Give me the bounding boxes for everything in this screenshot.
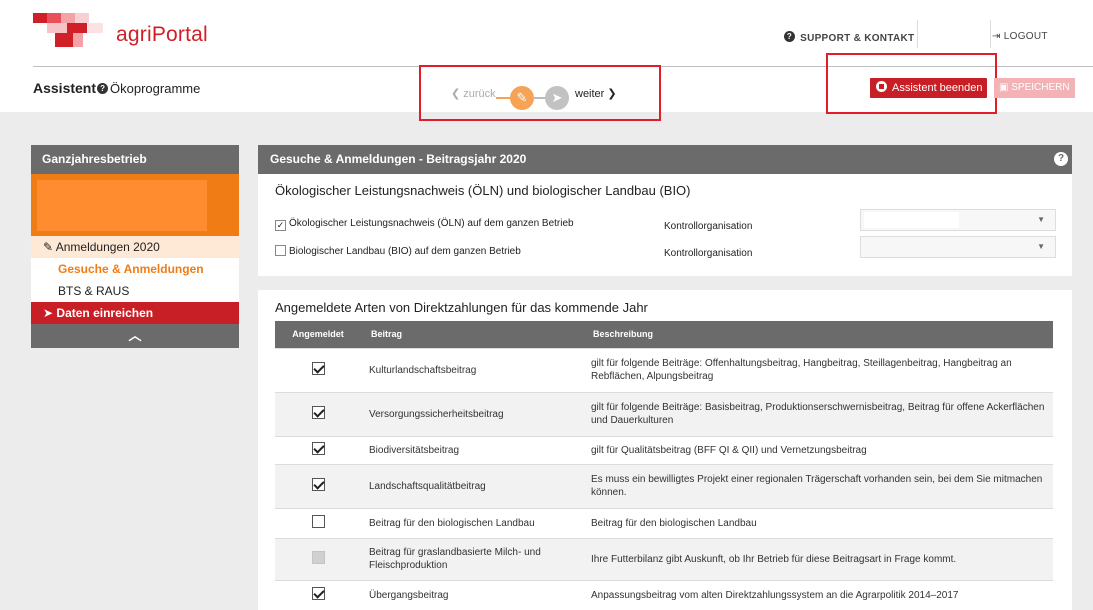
table-row: Beitrag für graslandbasierte Milch- und … xyxy=(275,537,1053,580)
row-checkbox[interactable] xyxy=(311,514,325,528)
divider xyxy=(917,20,918,48)
oeln-panel: Gesuche & Anmeldungen - Beitragsjahr 202… xyxy=(258,145,1072,276)
beitrag-cell: Landschaftsqualitätbeitrag xyxy=(361,463,583,508)
paper-plane-icon[interactable]: ➤ xyxy=(545,86,569,110)
support-link[interactable]: ? SUPPORT & KONTAKT xyxy=(783,31,914,44)
bio-checkbox[interactable] xyxy=(275,245,286,256)
section-title: Angemeldete Arten von Direktzahlungen fü… xyxy=(275,300,648,315)
end-assistant-button[interactable]: Assistent beenden xyxy=(870,78,987,98)
chevron-right-icon: ❯ xyxy=(607,88,617,100)
sidebar-banner xyxy=(31,174,239,236)
control-org-select[interactable]: ▼ xyxy=(860,236,1056,258)
row-checkbox[interactable] xyxy=(311,441,325,455)
control-org-select[interactable]: ▼ xyxy=(860,209,1056,231)
table-row: Beitrag für den biologischen Landbau Beit… xyxy=(275,507,1053,538)
table-cell xyxy=(275,347,361,392)
beitrag-cell: Kulturlandschaftsbeitrag xyxy=(361,347,583,392)
row-checkbox[interactable] xyxy=(311,361,325,375)
table-cell xyxy=(275,463,361,508)
table-row: Biodiversitätsbeitrag gilt für Qualitätsb… xyxy=(275,435,1053,464)
sidebar-title: Ganzjahresbetrieb xyxy=(31,145,239,174)
divider xyxy=(990,20,991,48)
table-row: Kulturlandschaftsbeitrag gilt für folgend… xyxy=(275,347,1053,392)
beschreibung-cell: Es muss ein bewilligtes Projekt einer re… xyxy=(583,463,1053,508)
beschreibung-cell: Anpassungsbeitrag vom alten Direktzahlun… xyxy=(583,579,1053,610)
sidebar-item-bts-raus[interactable]: BTS & RAUS xyxy=(31,280,239,302)
direct-payments-panel: Angemeldete Arten von Direktzahlungen fü… xyxy=(258,290,1072,610)
caret-down-icon: ▼ xyxy=(1037,215,1045,224)
beitrag-cell: Beitrag für den biologischen Landbau xyxy=(361,507,583,538)
payments-table: Angemeldet Beitrag Beschreibung Kulturla… xyxy=(275,321,1053,610)
chevron-left-icon: ❮ xyxy=(451,88,461,100)
row-checkbox[interactable] xyxy=(311,477,325,491)
panel-header: Gesuche & Anmeldungen - Beitragsjahr 202… xyxy=(258,145,1072,174)
sign-out-icon: ⇥ xyxy=(992,31,1001,42)
row-checkbox[interactable] xyxy=(311,405,325,419)
table-cell xyxy=(275,507,361,538)
sidebar-item-submit[interactable]: ➤ Daten einreichen xyxy=(31,302,239,324)
sidebar-item-gesuche[interactable]: Gesuche & Anmeldungen xyxy=(31,258,239,280)
oeln-checkbox[interactable]: ✓ xyxy=(275,220,286,231)
stop-icon xyxy=(876,81,887,92)
logout-link[interactable]: ⇥ LOGOUT xyxy=(992,31,1048,42)
table-row: Versorgungssicherheitsbeitrag gilt für fo… xyxy=(275,391,1053,436)
row-checkbox xyxy=(311,550,325,564)
beitrag-cell: Beitrag für graslandbasierte Milch- und … xyxy=(361,537,583,580)
table-cell xyxy=(275,435,361,464)
beschreibung-cell: gilt für folgende Beiträge: Offenhaltung… xyxy=(583,347,1053,392)
table-row: Übergangsbeitrag Anpassungsbeitrag vom al… xyxy=(275,579,1053,610)
row-checkbox[interactable] xyxy=(311,586,325,600)
column-header: Angemeldet xyxy=(275,321,361,348)
page-title: Assistent? Ökoprogramme xyxy=(33,80,201,96)
table-cell xyxy=(275,579,361,610)
sidebar: Ganzjahresbetrieb ✎ Anmeldungen 2020 Ges… xyxy=(31,145,239,348)
save-icon: ▣ xyxy=(999,82,1009,93)
brand-name: agriPortal xyxy=(116,23,208,46)
table-cell xyxy=(275,391,361,436)
next-button[interactable]: weiter ❯ xyxy=(575,87,617,100)
back-button[interactable]: ❮ zurück xyxy=(451,87,496,100)
table-row: Landschaftsqualitätbeitrag Es muss ein be… xyxy=(275,463,1053,508)
question-icon: ? xyxy=(784,31,795,42)
chevron-up-icon: ︿ xyxy=(128,328,142,343)
paper-plane-icon: ➤ xyxy=(43,306,54,320)
pencil-icon: ✎ xyxy=(43,240,54,254)
pencil-icon[interactable]: ✎ xyxy=(510,86,534,110)
beitrag-cell: Übergangsbeitrag xyxy=(361,579,583,610)
beschreibung-cell: Ihre Futterbilanz gibt Auskunft, ob Ihr … xyxy=(583,537,1053,580)
logo-icon[interactable] xyxy=(33,13,108,49)
beschreibung-cell: Beitrag für den biologischen Landbau xyxy=(583,507,1053,538)
section-title: Ökologischer Leistungsnachweis (ÖLN) und… xyxy=(275,183,691,198)
table-cell xyxy=(275,537,361,580)
control-label: Kontrollorganisation xyxy=(664,248,753,259)
sidebar-item-anmeldungen[interactable]: ✎ Anmeldungen 2020 xyxy=(31,236,239,258)
oeln-checkbox-row[interactable]: ✓ Ökologischer Leistungsnachweis (ÖLN) au… xyxy=(275,218,574,231)
control-label: Kontrollorganisation xyxy=(664,221,753,232)
column-header: Beitrag xyxy=(361,321,583,348)
beitrag-cell: Versorgungssicherheitsbeitrag xyxy=(361,391,583,436)
beitrag-cell: Biodiversitätsbeitrag xyxy=(361,435,583,464)
beschreibung-cell: gilt für folgende Beiträge: Basisbeitrag… xyxy=(583,391,1053,436)
column-header: Beschreibung xyxy=(583,321,1053,348)
help-icon[interactable]: ? xyxy=(1054,152,1068,166)
beschreibung-cell: gilt für Qualitätsbeitrag (BFF QI & QII)… xyxy=(583,435,1053,464)
bio-checkbox-row[interactable]: Biologischer Landbau (BIO) auf dem ganze… xyxy=(275,245,521,257)
caret-down-icon: ▼ xyxy=(1037,242,1045,251)
collapse-button[interactable]: ︿ xyxy=(31,324,239,348)
save-button[interactable]: ▣ SPEICHERN xyxy=(994,78,1075,98)
wizard-nav: ❮ zurück ✎ ➤ weiter ❯ xyxy=(419,65,661,121)
question-icon[interactable]: ? xyxy=(97,83,109,94)
